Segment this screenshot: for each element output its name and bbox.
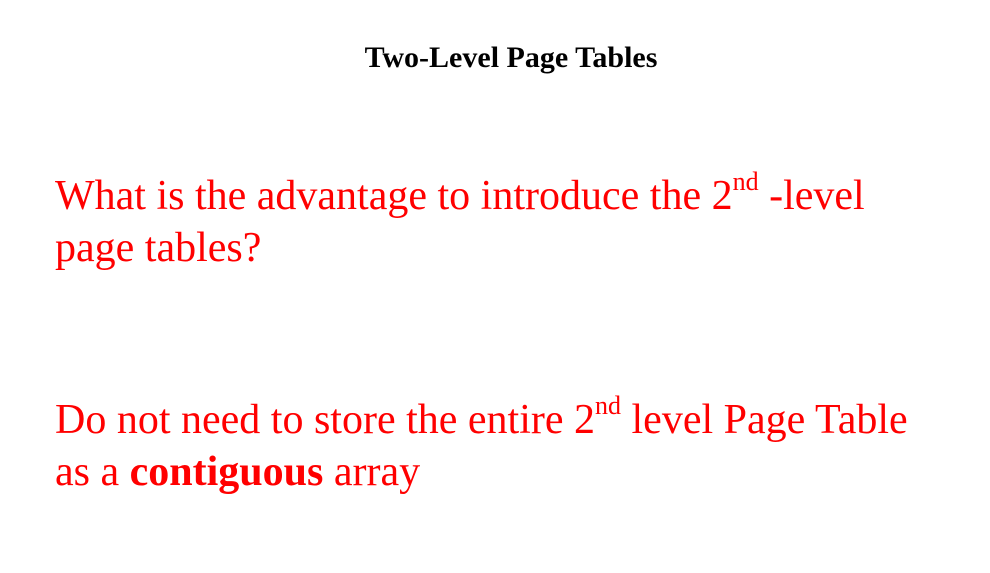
answer-line-1: Do not need to store the entire 2nd leve… (55, 391, 955, 446)
question-line-1-start: What is the advantage to introduce the 2 (55, 173, 733, 219)
question-superscript: nd (732, 167, 759, 196)
question-line-1-end: -level (758, 173, 865, 219)
question-line-1: What is the advantage to introduce the 2… (55, 167, 955, 222)
answer-superscript: nd (595, 391, 622, 420)
answer-line-2-start: as a (55, 449, 130, 495)
answer-line-2-end: array (323, 449, 421, 495)
answer-text: Do not need to store the entire 2nd leve… (55, 391, 955, 498)
answer-line-1-end: level Page Table (621, 397, 908, 443)
slide-title: Two-Level Page Tables (364, 41, 658, 74)
answer-line-1-start: Do not need to store the entire 2 (55, 397, 596, 443)
question-text: What is the advantage to introduce the 2… (55, 167, 955, 274)
slide: Two-Level Page Tables What is the advant… (0, 0, 990, 573)
answer-line-2: as a contiguous array (55, 446, 955, 498)
answer-emphasis: contiguous (129, 449, 324, 495)
question-line-2: page tables? (55, 225, 262, 271)
